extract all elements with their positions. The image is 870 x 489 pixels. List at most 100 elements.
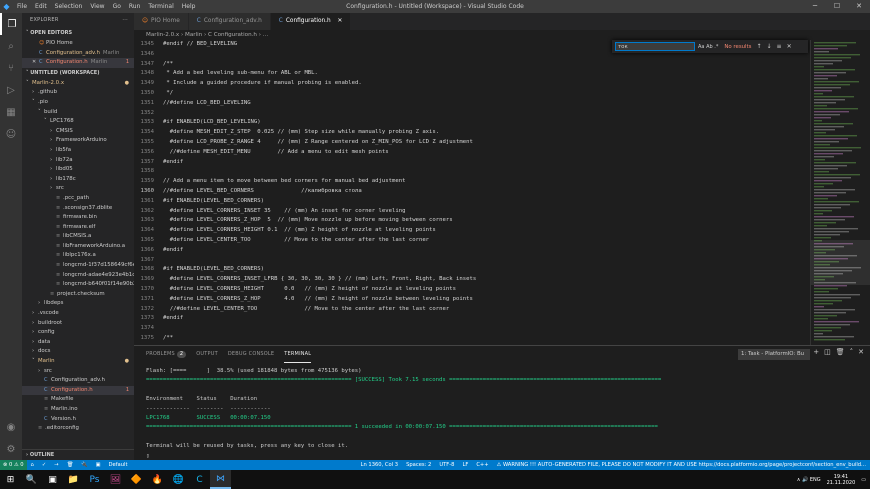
status-right-item[interactable]: C++ bbox=[476, 462, 488, 468]
menu-selection[interactable]: Selection bbox=[51, 3, 87, 10]
find-options[interactable]: Aa Ab .* bbox=[698, 44, 718, 50]
file-item[interactable]: ≡ firmware.elf bbox=[22, 223, 134, 233]
code-line[interactable]: 1364 #define LEVEL_CORNERS_HEIGHT 0.1 //… bbox=[134, 226, 810, 236]
file-item[interactable]: ≡longcmd-1f37d158649cf6e0f7... bbox=[22, 261, 134, 271]
panel-tab-problems[interactable]: PROBLEMS 2 bbox=[146, 346, 187, 363]
close-panel-icon[interactable]: ✕ bbox=[858, 348, 864, 356]
status-item[interactable]: ✓ bbox=[42, 462, 46, 468]
terminal-output[interactable]: Flash: [==== ] 38.5% (used 181848 bytes … bbox=[134, 363, 870, 461]
folder-item[interactable]: › buildroot bbox=[22, 319, 134, 329]
folder-item[interactable]: › docs bbox=[22, 347, 134, 357]
file-item[interactable]: ≡ libFrameworkArduino.a bbox=[22, 242, 134, 252]
folder-item[interactable]: › data bbox=[22, 338, 134, 348]
code-line[interactable]: 1374 bbox=[134, 324, 810, 334]
breadcrumb-item[interactable]: Marlin bbox=[185, 32, 202, 38]
file-item[interactable]: ≡ Makefile bbox=[22, 395, 134, 405]
status-item[interactable]: Default bbox=[109, 462, 128, 468]
menu-file[interactable]: File bbox=[13, 3, 31, 10]
add-terminal-icon[interactable]: + bbox=[813, 348, 819, 356]
outline-section[interactable]: › OUTLINE bbox=[22, 449, 134, 460]
code-line[interactable]: 1351 //#define LCD_BED_LEVELING bbox=[134, 99, 810, 109]
folder-item[interactable]: ˅ build bbox=[22, 108, 134, 118]
folder-item[interactable]: › libd05 bbox=[22, 165, 134, 175]
close-tab-icon[interactable]: ✕ bbox=[336, 18, 343, 24]
run-debug-icon[interactable]: ▷ bbox=[0, 79, 22, 101]
chrome-icon[interactable]: 🌐 bbox=[168, 470, 189, 489]
code-line[interactable]: 1347 /** bbox=[134, 60, 810, 70]
minimize-button[interactable]: ─ bbox=[804, 0, 826, 13]
code-line[interactable]: 1370 #define LEVEL_CORNERS_HEIGHT 0.0 //… bbox=[134, 285, 810, 295]
status-right-item[interactable]: LF bbox=[462, 462, 468, 468]
code-editor[interactable]: 1345 #endif // BED_LEVELING 1346 1347/** 134… bbox=[134, 40, 810, 345]
breadcrumb[interactable]: Marlin-2.0.x › Marlin › C Configuration.… bbox=[134, 30, 870, 40]
search-icon[interactable]: 🔍 bbox=[21, 470, 42, 489]
folder-item[interactable]: ˅ .pio bbox=[22, 98, 134, 108]
menu-go[interactable]: Go bbox=[109, 3, 125, 10]
maximize-panel-icon[interactable]: ˄ bbox=[850, 348, 854, 356]
file-item[interactable]: C Version.h bbox=[22, 415, 134, 425]
file-item[interactable]: ≡longcmd-b640f01f14e90b24e0... bbox=[22, 280, 134, 290]
status-item[interactable]: 🔌 bbox=[81, 462, 87, 468]
minimap-slider[interactable] bbox=[811, 240, 870, 285]
file-explorer-icon[interactable]: 📁 bbox=[63, 470, 84, 489]
folder-item[interactable]: › lib72a bbox=[22, 156, 134, 166]
status-right-item[interactable]: Spaces: 2 bbox=[406, 462, 431, 468]
photos-icon[interactable]: 🖼 bbox=[105, 470, 126, 489]
folder-item[interactable]: › lib5fa bbox=[22, 146, 134, 156]
code-line[interactable]: 1355 #define LCD_PROBE_Z_RANGE 4 // (mm)… bbox=[134, 138, 810, 148]
code-line[interactable]: 1371 #define LEVEL_CORNERS_Z_HOP 4.0 // … bbox=[134, 295, 810, 305]
code-line[interactable]: 1373 #endif bbox=[134, 314, 810, 324]
panel-tab-terminal[interactable]: TERMINAL bbox=[284, 346, 312, 363]
minimap[interactable] bbox=[810, 40, 870, 345]
folder-item[interactable]: › .vscode bbox=[22, 309, 134, 319]
search-icon[interactable]: ⌕ bbox=[0, 35, 22, 57]
breadcrumb-item[interactable]: C Configuration.h bbox=[208, 32, 257, 38]
status-right-item[interactable]: UTF-8 bbox=[439, 462, 454, 468]
open-editor-item[interactable]: ☺ PIO Home bbox=[22, 39, 134, 49]
code-line[interactable]: 1361 #if ENABLED(LEVEL_BED_CORNERS) bbox=[134, 197, 810, 207]
file-item[interactable]: ≡ .sconsign37.dblite bbox=[22, 204, 134, 214]
terminal-select[interactable]: 1: Task - PlatformIO: Bu bbox=[738, 349, 810, 360]
file-item[interactable]: ≡ .pcc_path bbox=[22, 194, 134, 204]
problems-status[interactable]: ⊗ 0 ⚠ 0 bbox=[0, 460, 27, 470]
menu-edit[interactable]: Edit bbox=[31, 3, 51, 10]
explorer-icon[interactable]: ❐ bbox=[0, 13, 22, 35]
find-in-selection-icon[interactable]: ≡ bbox=[777, 43, 782, 50]
code-line[interactable]: 1365 #define LEVEL_CENTER_TOO // Move to… bbox=[134, 236, 810, 246]
settings-gear-icon[interactable]: ⚙ bbox=[0, 438, 22, 460]
c-app-icon[interactable]: C bbox=[189, 470, 210, 489]
code-line[interactable]: 1352 bbox=[134, 109, 810, 119]
status-item[interactable]: ▣ bbox=[96, 462, 101, 468]
code-line[interactable]: 1363 #define LEVEL_CORNERS_Z_HOP 5 // (m… bbox=[134, 216, 810, 226]
code-line[interactable]: 1356 //#define MESH_EDIT_MENU // Add a m… bbox=[134, 148, 810, 158]
menu-view[interactable]: View bbox=[86, 3, 108, 10]
breadcrumb-item[interactable]: Marlin-2.0.x bbox=[146, 32, 179, 38]
code-line[interactable]: 1348 * Add a bed leveling sub-menu for A… bbox=[134, 69, 810, 79]
close-editor-icon[interactable]: ✕ bbox=[32, 58, 39, 68]
panel-tab-debug-console[interactable]: DEBUG CONSOLE bbox=[228, 346, 274, 363]
status-item[interactable]: ⌂ bbox=[31, 462, 34, 468]
slicer-icon[interactable]: 🔶 bbox=[126, 470, 147, 489]
file-item[interactable]: C Configuration.h 1 bbox=[22, 385, 134, 396]
code-line[interactable]: 1350 */ bbox=[134, 89, 810, 99]
account-icon[interactable]: ◉ bbox=[0, 416, 22, 438]
close-button[interactable]: ✕ bbox=[848, 0, 870, 13]
file-item[interactable]: ≡longcmd-adae4e923e4b1c8ee... bbox=[22, 271, 134, 281]
code-line[interactable]: 1353 #if ENABLED(LCD_BED_LEVELING) bbox=[134, 118, 810, 128]
code-line[interactable]: 1354 #define MESH_EDIT_Z_STEP 0.025 // (… bbox=[134, 128, 810, 138]
folder-item[interactable]: › src bbox=[22, 184, 134, 194]
code-line[interactable]: 1372 //#define LEVEL_CENTER_TOO // Move … bbox=[134, 305, 810, 315]
split-terminal-icon[interactable]: ◫ bbox=[824, 348, 831, 356]
menu-run[interactable]: Run bbox=[125, 3, 145, 10]
file-item[interactable]: ≡ project.checksum bbox=[22, 290, 134, 300]
code-line[interactable]: 1349 * Include a guided procedure if man… bbox=[134, 79, 810, 89]
open-editors-section[interactable]: ˅ OPEN EDITORS bbox=[22, 28, 134, 39]
code-line[interactable]: 1366 #endif bbox=[134, 246, 810, 256]
tray-icons[interactable]: ∧ 🔊 ENG bbox=[797, 477, 821, 483]
trash-icon[interactable]: 🗑 bbox=[836, 348, 845, 356]
status-item[interactable]: 🗑 bbox=[67, 462, 74, 468]
tab-configuration-adv-h[interactable]: C Configuration_adv.h bbox=[188, 13, 271, 30]
folder-item[interactable]: › .github bbox=[22, 88, 134, 98]
source-control-icon[interactable]: ⑂ bbox=[0, 57, 22, 79]
vscode-icon[interactable]: ⋈ bbox=[210, 470, 231, 489]
